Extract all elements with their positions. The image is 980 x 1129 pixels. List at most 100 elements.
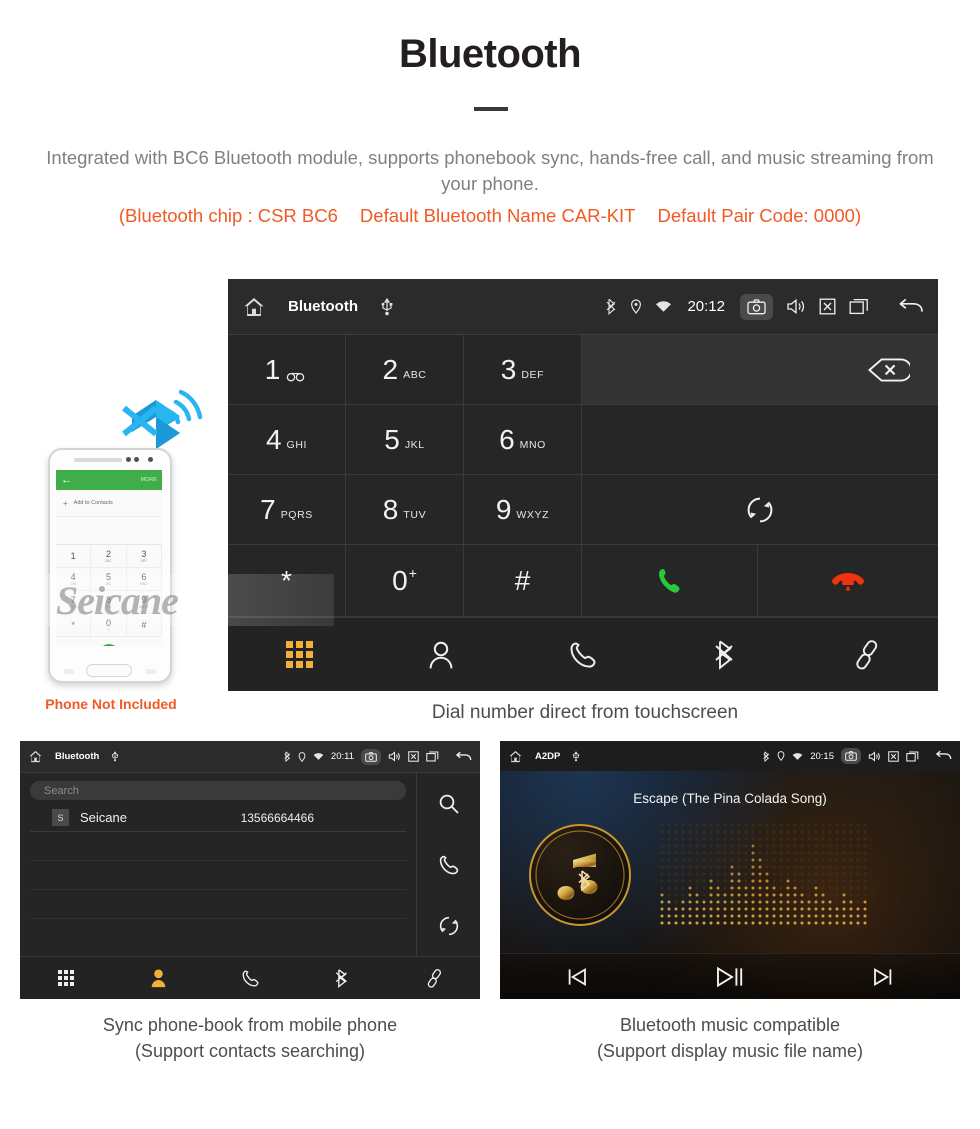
volume-icon[interactable] — [786, 298, 806, 315]
sync-icon[interactable] — [438, 915, 460, 937]
key-5-letters: JKL — [404, 438, 425, 451]
dialer-keypad[interactable]: 1 2 ABC 3 DEF 4 GHI 5 JKL 6 MNO 7 PQRS 8… — [228, 335, 938, 617]
dialer-nav-bar[interactable] — [228, 617, 938, 691]
close-box-icon[interactable] — [888, 750, 899, 762]
phone-key-3[interactable]: 3 DEF — [126, 545, 162, 568]
phone-key-7-sub: PQRS — [68, 604, 78, 609]
key-3[interactable]: 3 DEF — [464, 335, 582, 405]
contact-row-empty — [30, 861, 406, 890]
phone-key-7[interactable]: 7 PQRS — [56, 591, 92, 614]
phone-key-4[interactable]: 4 GHI — [56, 568, 92, 591]
backspace-icon[interactable] — [866, 356, 910, 384]
next-track-icon — [872, 967, 894, 987]
phonebook-nav-bar[interactable] — [20, 956, 480, 999]
call-answer-icon[interactable] — [91, 643, 126, 646]
nav-contacts[interactable] — [370, 640, 512, 670]
phone-key-8-sub: TUV — [105, 604, 112, 609]
key-5-digit: 5 — [384, 423, 400, 455]
phone-key-1[interactable]: 1 — [56, 545, 92, 568]
play-pause-button[interactable] — [653, 966, 806, 988]
back-arrow-icon[interactable] — [896, 298, 924, 316]
key-8[interactable]: 8 TUV — [346, 475, 464, 545]
phone-key-0[interactable]: 0 + — [91, 614, 127, 637]
sync-contacts-button[interactable] — [582, 475, 938, 545]
back-arrow-icon[interactable]: ← — [61, 474, 72, 486]
key-6[interactable]: 6 MNO — [464, 405, 582, 475]
camera-icon[interactable] — [361, 748, 381, 765]
phone-key-star[interactable]: * — [56, 614, 92, 637]
camera-icon[interactable] — [740, 293, 773, 320]
phone-key-8[interactable]: 8 TUV — [91, 591, 127, 614]
key-8-letters: TUV — [403, 508, 427, 521]
phone-key-hash[interactable]: # — [126, 614, 162, 637]
key-8-digit: 8 — [382, 493, 399, 525]
key-4[interactable]: 4 GHI — [228, 405, 346, 475]
call-log-icon[interactable] — [438, 854, 460, 876]
dialpad-icon — [285, 641, 313, 668]
phone-home-button[interactable] — [86, 664, 132, 677]
key-hash[interactable]: # — [464, 545, 582, 617]
phonebook-screenshot: Bluetooth 20:11 Search S Seicane 1356666… — [20, 741, 480, 999]
phone-key-0-digit: 0 — [105, 617, 111, 628]
usb-icon — [572, 750, 580, 762]
nav-bluetooth[interactable] — [654, 639, 796, 671]
recents-icon[interactable] — [426, 751, 439, 762]
nav-contacts[interactable] — [112, 968, 204, 988]
volume-icon[interactable] — [388, 751, 401, 762]
phone-key-2[interactable]: 2 ABC — [91, 545, 127, 568]
phone-key-3-sub: DEF — [140, 558, 147, 563]
next-track-button[interactable] — [807, 967, 960, 987]
search-icon[interactable] — [438, 793, 460, 815]
close-box-icon[interactable] — [819, 298, 836, 315]
phone-number-input[interactable] — [582, 335, 938, 405]
phone-keypad[interactable]: 1 2 ABC 3 DEF 4 GHI 5 JKL 6 MNO 7 PQRS 8 TUV 9W… — [56, 545, 162, 637]
phone-key-9[interactable]: 9 WXYZ — [126, 591, 162, 614]
back-arrow-icon[interactable] — [934, 750, 952, 762]
recents-icon[interactable] — [906, 751, 919, 762]
contact-name: Seicane — [80, 810, 127, 825]
page-description: Integrated with BC6 Bluetooth module, su… — [46, 147, 934, 194]
add-to-contacts-row[interactable]: + Add to Contacts — [56, 490, 162, 517]
key-9[interactable]: 9 WXYZ — [464, 475, 582, 545]
close-box-icon[interactable] — [408, 751, 419, 762]
phonebook-side-actions[interactable] — [416, 773, 480, 956]
more-button[interactable]: MORE — [141, 477, 158, 483]
key-star[interactable]: * — [228, 545, 346, 617]
search-input[interactable]: Search — [30, 781, 406, 800]
usb-icon — [111, 751, 119, 762]
key-star-digit: * — [281, 564, 292, 596]
home-icon[interactable] — [508, 749, 523, 764]
plus-icon: + — [63, 498, 68, 508]
dialer-blank-area — [582, 405, 938, 475]
nav-pair-link[interactable] — [796, 639, 938, 671]
caption-a2dp-line2: (Support display music file name) — [596, 1041, 864, 1061]
nav-dialpad[interactable] — [20, 970, 112, 986]
key-2[interactable]: 2 ABC — [346, 335, 464, 405]
key-1[interactable]: 1 — [228, 335, 346, 405]
play-pause-icon — [715, 966, 745, 988]
back-arrow-icon[interactable] — [454, 751, 472, 763]
home-icon[interactable] — [242, 295, 266, 319]
phone-key-5[interactable]: 5 JKL — [91, 568, 127, 591]
previous-track-button[interactable] — [500, 967, 653, 987]
camera-icon[interactable] — [841, 748, 861, 764]
nav-call-log[interactable] — [512, 640, 654, 670]
key-7[interactable]: 7 PQRS — [228, 475, 346, 545]
nav-call-log[interactable] — [204, 969, 296, 988]
phone-action-row[interactable] — [56, 637, 162, 646]
volume-icon[interactable] — [868, 750, 881, 762]
link-icon — [852, 639, 882, 671]
a2dp-transport-controls[interactable] — [500, 953, 960, 999]
call-answer-button[interactable] — [582, 545, 758, 617]
home-icon[interactable] — [28, 749, 43, 764]
key-5[interactable]: 5 JKL — [346, 405, 464, 475]
key-0[interactable]: 0 + — [346, 545, 464, 617]
phone-key-8-digit: 8 — [105, 594, 111, 605]
nav-dialpad[interactable] — [228, 641, 370, 668]
call-end-button[interactable] — [758, 545, 938, 617]
recents-icon[interactable] — [849, 298, 869, 315]
phone-key-6[interactable]: 6 MNO — [126, 568, 162, 591]
contact-row[interactable]: S Seicane 13566664466 — [30, 804, 406, 832]
nav-pair-link[interactable] — [388, 968, 480, 989]
nav-bluetooth[interactable] — [296, 968, 388, 989]
